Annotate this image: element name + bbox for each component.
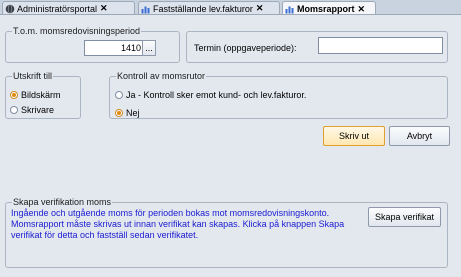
tab-faststallande[interactable]: Fastställande lev.fakturor ✕ xyxy=(138,1,280,15)
option-label: Nej xyxy=(126,108,140,118)
radio-unselected[interactable] xyxy=(115,91,123,99)
control-option-ja[interactable]: Ja - Kontroll sker emot kund- och lev.fa… xyxy=(115,90,306,100)
tab-label: Administratörsportal xyxy=(17,3,98,14)
control-option-nej[interactable]: Nej xyxy=(115,108,140,118)
close-icon[interactable]: ✕ xyxy=(100,3,108,14)
termin-label: Termin (oppgaveperiode): xyxy=(194,43,297,53)
radio-selected[interactable] xyxy=(115,109,123,117)
period-legend: T.o.m. momsredovisningsperiod xyxy=(12,26,142,36)
tab-administratorsportal[interactable]: Administratörsportal ✕ xyxy=(2,1,135,15)
close-icon[interactable]: ✕ xyxy=(256,3,264,14)
option-label: Bildskärm xyxy=(21,90,61,100)
momsrapport-panel: T.o.m. momsredovisningsperiod 1410 ... T… xyxy=(0,15,461,277)
output-legend: Utskrift till xyxy=(12,71,53,81)
option-label: Ja - Kontroll sker emot kund- och lev.fa… xyxy=(126,90,307,100)
output-option-skrivare[interactable]: Skrivare xyxy=(10,105,54,115)
termin-input[interactable] xyxy=(318,37,443,54)
globe-icon xyxy=(5,3,15,14)
tab-label: Momsrapport xyxy=(297,4,355,14)
period-browse-button[interactable]: ... xyxy=(142,40,156,56)
cancel-button[interactable]: Avbryt xyxy=(389,126,450,146)
period-input[interactable]: 1410 xyxy=(84,40,144,56)
report-icon xyxy=(285,6,294,14)
print-button[interactable]: Skriv ut xyxy=(323,126,385,146)
radio-selected[interactable] xyxy=(10,91,18,99)
verification-legend: Skapa verifikation moms xyxy=(12,197,113,207)
output-option-bildskarm[interactable]: Bildskärm xyxy=(10,90,61,100)
tab-bar: Administratörsportal ✕ Fastställande lev… xyxy=(0,0,461,16)
close-icon[interactable]: ✕ xyxy=(358,4,366,15)
report-icon xyxy=(141,6,150,13)
create-verification-button[interactable]: Skapa verifikat xyxy=(368,207,441,227)
tab-label: Fastställande lev.fakturor xyxy=(153,3,253,14)
option-label: Skrivare xyxy=(21,105,55,115)
radio-unselected[interactable] xyxy=(10,106,18,114)
verification-info-text: Ingående och utgående moms för perioden … xyxy=(11,208,345,240)
control-legend: Kontroll av momsrutor xyxy=(116,71,207,81)
